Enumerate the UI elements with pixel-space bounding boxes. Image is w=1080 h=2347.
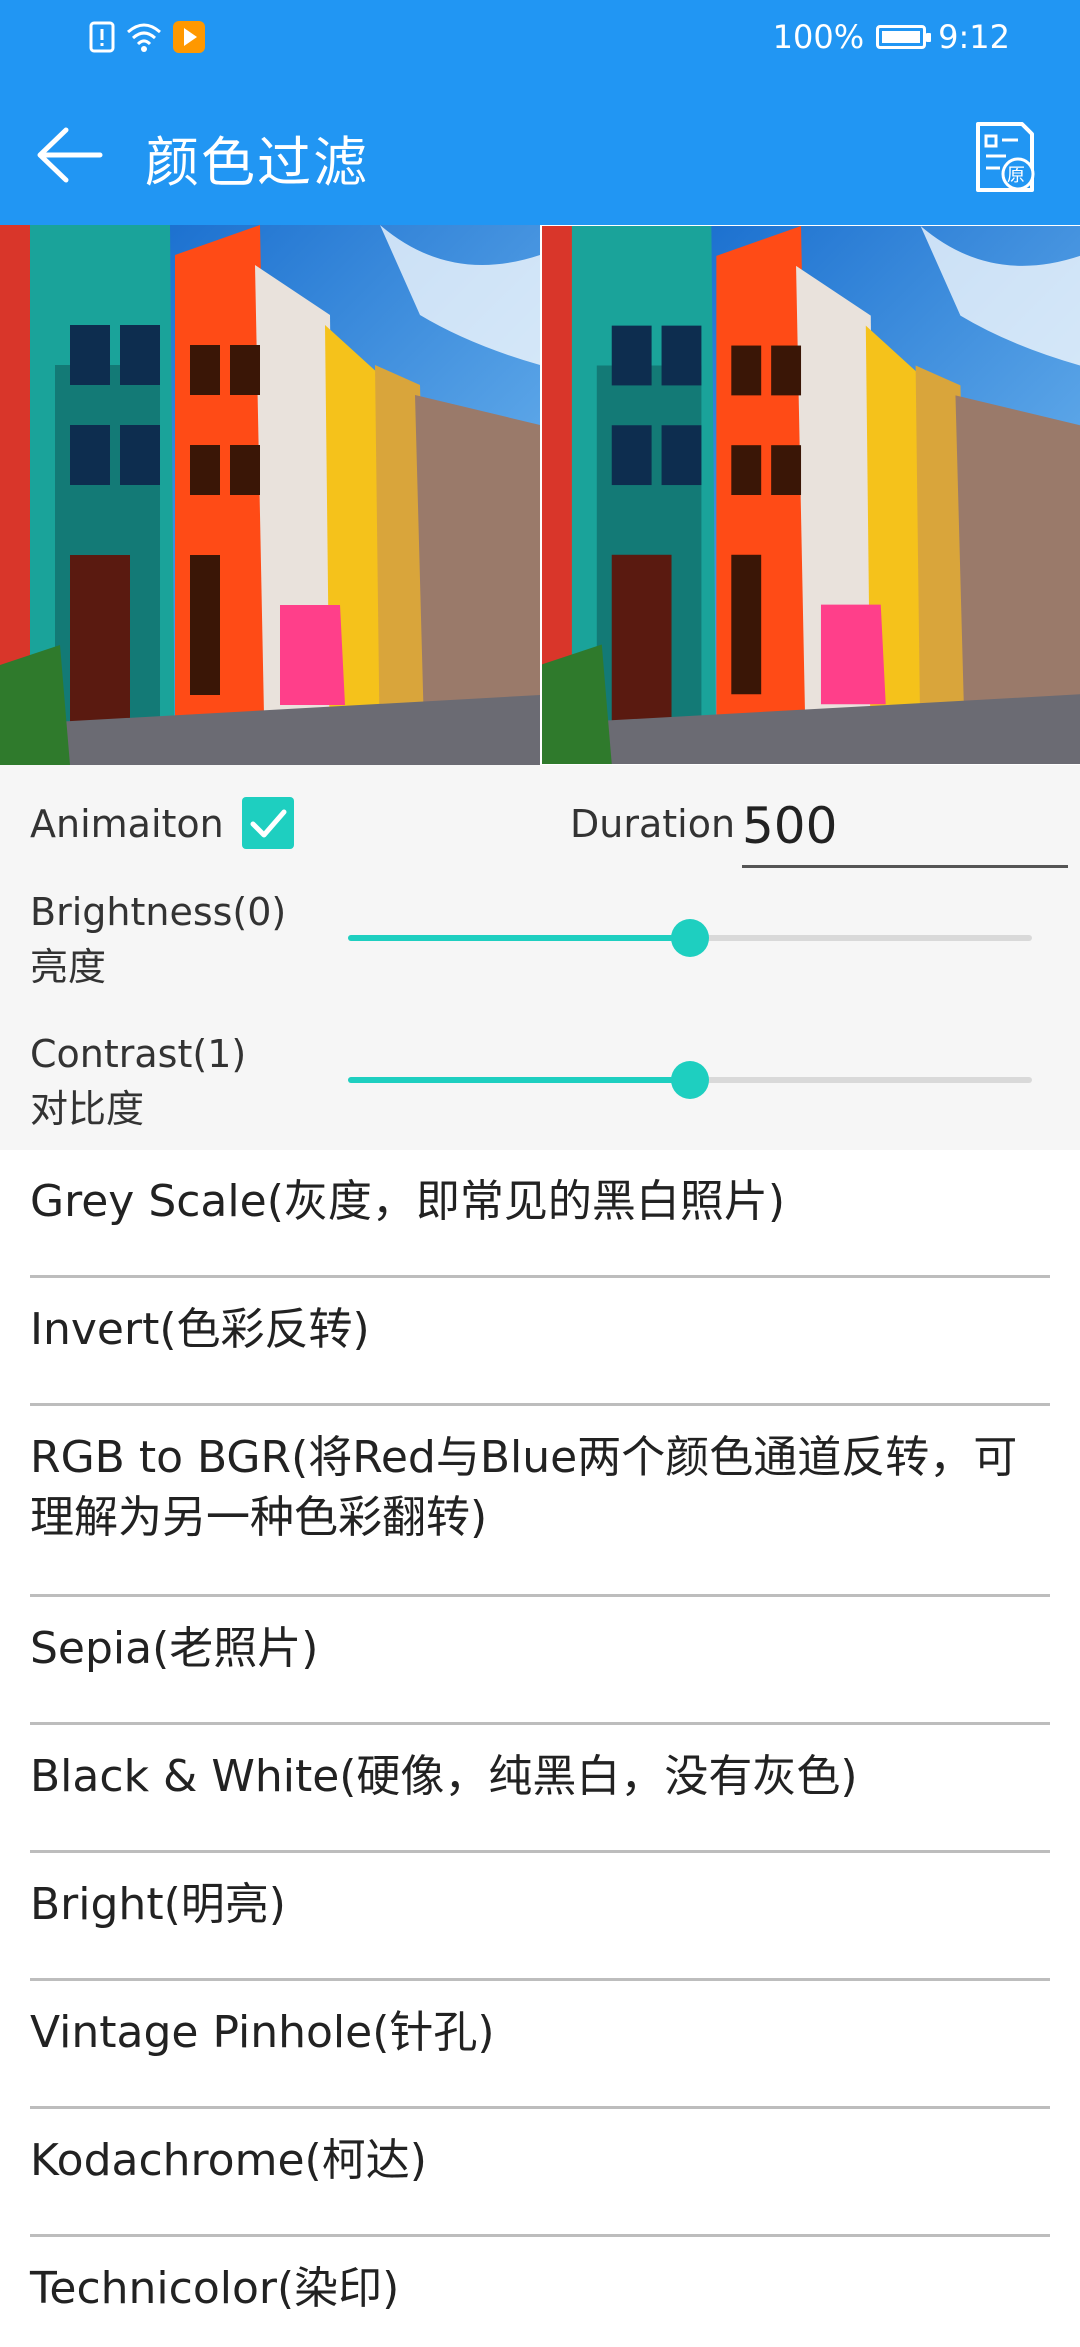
status-right: 100% 9:12	[773, 18, 1010, 56]
clock: 9:12	[938, 18, 1010, 56]
alert-icon	[89, 21, 115, 53]
duration-label: Duration	[570, 802, 736, 846]
contrast-label-cn: 对比度	[30, 1087, 145, 1131]
original-badge: 原	[1007, 165, 1025, 186]
contrast-label: Contrast(1)	[30, 1032, 247, 1076]
arrow-left-icon	[37, 127, 103, 183]
app-bar: 颜色过滤 原	[0, 80, 1080, 225]
filter-grey-scale[interactable]: Grey Scale(灰度，即常见的黑白照片)	[30, 1150, 1050, 1278]
filter-bright[interactable]: Bright(明亮)	[30, 1853, 1050, 1981]
animation-checkbox[interactable]	[242, 797, 294, 849]
filter-vintage-pinhole[interactable]: Vintage Pinhole(针孔)	[30, 1981, 1050, 2109]
battery-icon	[876, 25, 932, 49]
filter-kodachrome[interactable]: Kodachrome(柯达)	[30, 2109, 1050, 2237]
battery-percent: 100%	[772, 18, 865, 56]
slider-thumb[interactable]	[671, 919, 709, 957]
filtered-photo	[540, 225, 1080, 765]
controls-panel: Animaiton Duration 500 Brightness(0) 亮度 …	[0, 765, 1080, 1150]
brightness-label-cn: 亮度	[30, 945, 107, 989]
original-compare-icon	[976, 122, 1035, 192]
filter-rgb-to-bgr[interactable]: RGB to BGR(将Red与Blue两个颜色通道反转，可理解为另一种色彩翻转…	[30, 1406, 1050, 1597]
preview-images	[0, 225, 1080, 765]
slider-progress	[348, 935, 690, 941]
status-left-icons	[88, 20, 206, 54]
brightness-slider[interactable]	[348, 908, 1032, 968]
duration-underline	[742, 865, 1068, 868]
filter-black-white[interactable]: Black & White(硬像，纯黑白，没有灰色)	[30, 1725, 1050, 1853]
slider-progress	[348, 1077, 690, 1083]
back-button[interactable]	[30, 120, 110, 190]
slider-thumb[interactable]	[671, 1061, 709, 1099]
filter-sepia[interactable]: Sepia(老照片)	[30, 1597, 1050, 1725]
brightness-label: Brightness(0)	[30, 890, 287, 934]
filter-list: Grey Scale(灰度，即常见的黑白照片) Invert(色彩反转) RGB…	[0, 1150, 1080, 2347]
duration-input[interactable]: 500	[742, 797, 837, 855]
filter-technicolor[interactable]: Technicolor(染印)	[30, 2237, 1050, 2347]
filter-invert[interactable]: Invert(色彩反转)	[30, 1278, 1050, 1406]
compare-original-button[interactable]: 原	[970, 118, 1040, 198]
contrast-slider[interactable]	[348, 1050, 1032, 1110]
play-store-icon	[173, 21, 205, 53]
status-bar: 100% 9:12	[0, 0, 1080, 80]
original-photo	[0, 225, 540, 765]
animation-label: Animaiton	[30, 802, 224, 846]
wifi-icon	[127, 23, 161, 52]
checkmark-icon	[250, 809, 287, 838]
page-title: 颜色过滤	[145, 131, 369, 194]
